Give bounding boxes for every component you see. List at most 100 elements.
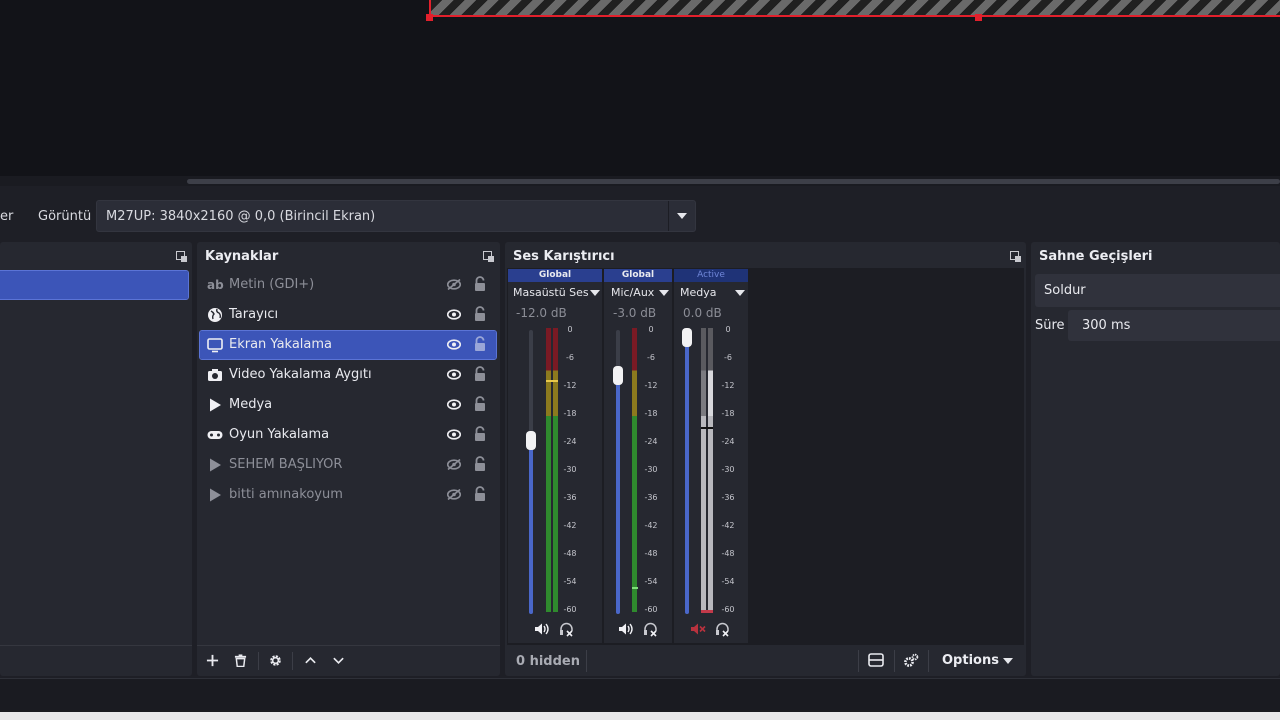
eye-hidden-icon[interactable] xyxy=(447,489,461,500)
trash-icon xyxy=(234,654,246,668)
channel-name: Mic/Aux xyxy=(611,286,655,299)
meter-tick-label: -6 xyxy=(724,353,732,362)
meter-tick-label: -30 xyxy=(563,465,577,474)
volume-slider-handle[interactable] xyxy=(613,366,623,385)
unlock-icon[interactable] xyxy=(474,396,486,412)
headphones-monitor-icon[interactable] xyxy=(559,622,574,637)
peak-marker xyxy=(632,587,638,589)
source-item-medya[interactable]: Medya xyxy=(200,391,496,419)
unlock-icon[interactable] xyxy=(474,366,486,382)
duration-value: 300 ms xyxy=(1082,318,1131,333)
eye-hidden-icon[interactable] xyxy=(447,459,461,470)
remove-source-button[interactable] xyxy=(229,652,251,670)
add-source-button[interactable] xyxy=(201,652,223,670)
layout-toggle-icon[interactable] xyxy=(868,653,884,667)
source-label: SEHEM BAŞLIYOR xyxy=(229,457,343,472)
headphones-monitor-icon[interactable] xyxy=(715,622,730,637)
unlock-icon[interactable] xyxy=(474,306,486,322)
source-label: Oyun Yakalama xyxy=(229,427,330,442)
meter-tick-label: -60 xyxy=(644,605,658,614)
source-item-oyun-yakalama[interactable]: Oyun Yakalama xyxy=(200,421,496,449)
float-dock-icon[interactable] xyxy=(176,251,187,262)
meter-tick-label: -54 xyxy=(644,577,658,586)
scene-item-selected[interactable] xyxy=(0,270,189,300)
meter-tick-label: -12 xyxy=(644,381,658,390)
source-item-ekran-yakalama[interactable]: Ekran Yakalama xyxy=(199,330,497,360)
audio-meter xyxy=(553,328,558,612)
audio-meter xyxy=(632,328,637,612)
speaker-muted-icon[interactable] xyxy=(690,622,706,636)
display-dropdown-button[interactable] xyxy=(668,201,695,231)
volume-slider-handle[interactable] xyxy=(526,431,536,450)
peak-marker xyxy=(701,427,713,429)
duration-spinbox[interactable]: 300 ms xyxy=(1068,310,1280,341)
unlock-icon[interactable] xyxy=(474,456,486,472)
toolbar-separator xyxy=(292,652,293,670)
source-label: Metin (GDI+) xyxy=(229,277,315,292)
channel-menu-button[interactable] xyxy=(657,286,671,300)
unlock-icon[interactable] xyxy=(474,276,486,292)
unlock-icon[interactable] xyxy=(474,426,486,442)
play-icon xyxy=(210,488,221,502)
display-select[interactable]: M27UP: 3840x2160 @ 0,0 (Birincil Ekran) xyxy=(96,200,696,232)
meter-tick-label: -60 xyxy=(563,605,577,614)
source-item-video-yakalama[interactable]: Video Yakalama Aygıtı xyxy=(200,361,496,389)
float-dock-icon[interactable] xyxy=(483,251,494,262)
channel-menu-button[interactable] xyxy=(733,286,747,300)
channel-menu-button[interactable] xyxy=(588,286,602,300)
source-properties-button[interactable] xyxy=(264,652,286,670)
play-icon xyxy=(210,458,221,472)
headphones-monitor-icon[interactable] xyxy=(643,622,658,637)
meter-tick-label: -6 xyxy=(647,353,655,362)
source-item-tarayici[interactable]: Tarayıcı xyxy=(200,301,496,329)
meter-tick-label: -24 xyxy=(644,437,658,446)
transition-select-value: Soldur xyxy=(1044,283,1086,298)
chevron-down-icon xyxy=(677,213,687,219)
meter-tick-label: -18 xyxy=(721,409,735,418)
unlock-icon[interactable] xyxy=(474,336,486,352)
meter-tick-label: -48 xyxy=(563,549,577,558)
taskbar-edge xyxy=(0,712,1280,720)
mixer-options-button[interactable]: Options xyxy=(935,649,1020,673)
selected-source-outline[interactable] xyxy=(429,0,1280,17)
eye-icon[interactable] xyxy=(447,339,461,350)
plus-icon xyxy=(206,654,218,667)
toolbar-separator xyxy=(586,650,587,672)
eye-hidden-icon[interactable] xyxy=(447,279,461,290)
display-label: Görüntü xyxy=(38,209,92,224)
meter-tick-label: -36 xyxy=(644,493,658,502)
globe-icon xyxy=(208,308,222,322)
transitions-title: Sahne Geçişleri xyxy=(1039,249,1153,264)
float-dock-icon[interactable] xyxy=(1010,251,1021,262)
volume-slider-handle[interactable] xyxy=(682,328,692,347)
resize-handle[interactable] xyxy=(426,14,433,21)
speaker-icon[interactable] xyxy=(618,622,634,636)
source-label: bitti amınakoyum xyxy=(229,487,343,502)
meter-tick-label: -24 xyxy=(721,437,735,446)
move-source-up-button[interactable] xyxy=(299,652,321,670)
eye-icon[interactable] xyxy=(447,309,461,320)
preview-scrollbar-thumb[interactable] xyxy=(187,179,1280,184)
clip-marker xyxy=(701,610,713,613)
eye-icon[interactable] xyxy=(447,429,461,440)
resize-handle[interactable] xyxy=(975,14,982,21)
source-item-sehem-basliyor[interactable]: SEHEM BAŞLIYOR xyxy=(200,451,496,479)
source-item-metin[interactable]: ab Metin (GDI+) xyxy=(200,271,496,299)
eye-icon[interactable] xyxy=(447,369,461,380)
preview-canvas[interactable] xyxy=(0,0,1280,176)
move-source-down-button[interactable] xyxy=(327,652,349,670)
chevron-up-icon xyxy=(304,656,316,664)
meter-tick-label: -36 xyxy=(563,493,577,502)
audio-meter xyxy=(546,328,551,612)
speaker-icon[interactable] xyxy=(534,622,550,636)
chevron-down-icon xyxy=(735,290,745,296)
transition-select[interactable]: Soldur xyxy=(1035,274,1280,307)
channel-name: Medya xyxy=(680,286,717,299)
advanced-audio-settings-icon[interactable] xyxy=(903,653,919,668)
unlock-icon[interactable] xyxy=(474,486,486,502)
source-item-bitti[interactable]: bitti amınakoyum xyxy=(200,481,496,509)
meter-tick-label: -24 xyxy=(563,437,577,446)
volume-slider-fill xyxy=(529,440,533,614)
meter-tick-label: -18 xyxy=(563,409,577,418)
eye-icon[interactable] xyxy=(447,399,461,410)
